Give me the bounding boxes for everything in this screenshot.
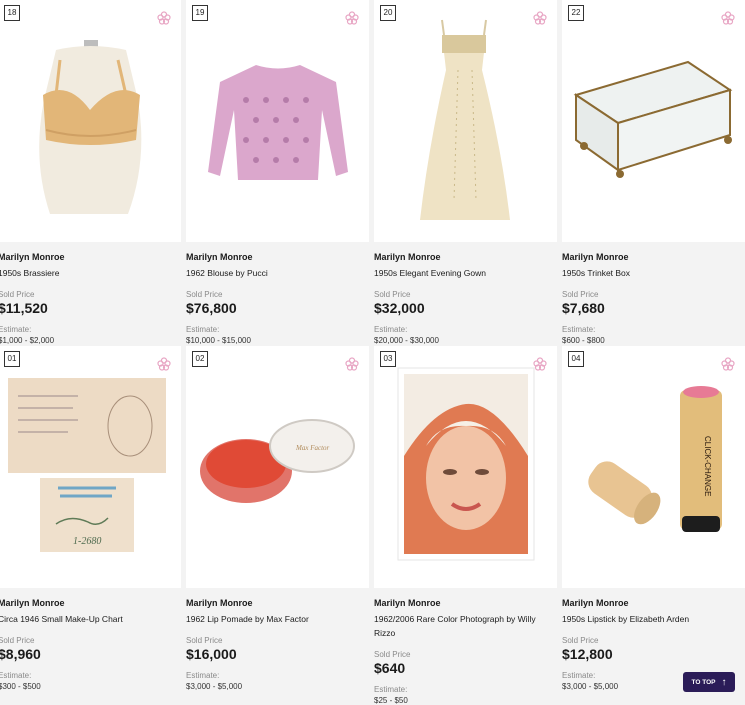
lot-image-brassiere[interactable]: 18 — [0, 0, 181, 242]
sold-price: $76,800 — [186, 300, 237, 316]
lot-image-trinket-box[interactable]: 22 — [562, 0, 745, 242]
sold-price: $7,680 — [562, 300, 605, 316]
estimate-label: Estimate: — [0, 325, 32, 334]
favorite-icon[interactable] — [533, 11, 547, 25]
estimate-range: $25 - $50 — [374, 696, 408, 705]
sold-price: $640 — [374, 660, 406, 676]
estimate-range: $600 - $800 — [562, 336, 605, 345]
lot-number: 20 — [380, 5, 396, 21]
lot-title[interactable]: Circa 1946 Small Make-Up Chart — [0, 612, 181, 626]
sold-price: $16,000 — [186, 646, 237, 662]
lot-image-gown[interactable]: 20 — [374, 0, 557, 242]
lot-image-photograph[interactable]: 03 — [374, 346, 557, 588]
favorite-icon[interactable] — [721, 357, 735, 371]
lot-title[interactable]: 1950s Elegant Evening Gown — [374, 266, 557, 280]
artist-name[interactable]: Marilyn Monroe — [0, 598, 181, 608]
estimate-label: Estimate: — [374, 685, 408, 694]
lot-image-blouse[interactable]: 19 — [186, 0, 369, 242]
sold-price-label: Sold Price — [562, 636, 599, 645]
lot-title[interactable]: 1962/2006 Rare Color Photograph by Willy… — [374, 612, 557, 640]
estimate-label: Estimate: — [186, 671, 220, 680]
favorite-icon[interactable] — [157, 11, 171, 25]
sold-price-label: Sold Price — [186, 290, 223, 299]
estimate-label: Estimate: — [562, 325, 596, 334]
artist-name[interactable]: Marilyn Monroe — [374, 252, 557, 262]
estimate-label: Estimate: — [374, 325, 408, 334]
artist-name[interactable]: Marilyn Monroe — [374, 598, 557, 608]
favorite-icon[interactable] — [721, 11, 735, 25]
favorite-icon[interactable] — [345, 11, 359, 25]
artist-name[interactable]: Marilyn Monroe — [562, 252, 745, 262]
sold-price: $32,000 — [374, 300, 425, 316]
lot-title[interactable]: 1962 Lip Pomade by Max Factor — [186, 612, 369, 626]
favorite-icon[interactable] — [345, 357, 359, 371]
artist-name[interactable]: Marilyn Monroe — [186, 252, 369, 262]
lot-number: 19 — [192, 5, 208, 21]
lot-title[interactable]: 1962 Blouse by Pucci — [186, 266, 369, 280]
lot-image-lipstick[interactable]: CLICK-CHANGE 04 — [562, 346, 745, 588]
sold-price: $12,800 — [562, 646, 613, 662]
estimate-label: Estimate: — [186, 325, 220, 334]
chart-note-text: 1-2680 — [73, 536, 101, 547]
arrow-up-icon: ↑ — [721, 676, 727, 688]
estimate-range: $1,000 - $2,000 — [0, 336, 55, 345]
artist-name[interactable]: Marilyn Monroe — [186, 598, 369, 608]
lipstick-brand-text: CLICK-CHANGE — [703, 436, 712, 496]
sold-price-label: Sold Price — [0, 290, 35, 299]
lot-image-makeup-chart[interactable]: 1-2680 01 — [0, 346, 181, 588]
sold-price-label: Sold Price — [374, 290, 411, 299]
to-top-label: TO TOP — [691, 678, 716, 686]
sold-price: $8,960 — [0, 646, 41, 662]
sold-price-label: Sold Price — [186, 636, 223, 645]
lot-title[interactable]: 1950s Brassiere — [0, 266, 181, 280]
estimate-range: $300 - $500 — [0, 682, 41, 691]
lot-number: 01 — [4, 351, 20, 367]
lot-number: 04 — [568, 351, 584, 367]
lot-number: 02 — [192, 351, 208, 367]
favorite-icon[interactable] — [533, 357, 547, 371]
lot-number: 22 — [568, 5, 584, 21]
estimate-range: $3,000 - $5,000 — [186, 682, 243, 691]
sold-price-label: Sold Price — [374, 650, 411, 659]
lot-number: 03 — [380, 351, 396, 367]
estimate-range: $10,000 - $15,000 — [186, 336, 251, 345]
sold-price: $11,520 — [0, 300, 48, 316]
favorite-icon[interactable] — [157, 357, 171, 371]
lot-title[interactable]: 1950s Lipstick by Elizabeth Arden — [562, 612, 745, 626]
estimate-range: $20,000 - $30,000 — [374, 336, 439, 345]
to-top-button[interactable]: TO TOP ↑ — [683, 672, 735, 692]
sold-price-label: Sold Price — [562, 290, 599, 299]
lot-number: 18 — [4, 5, 20, 21]
lot-image-lip-pomade[interactable]: Max Factor 02 — [186, 346, 369, 588]
artist-name[interactable]: Marilyn Monroe — [0, 252, 181, 262]
pomade-brand-text: Max Factor — [295, 444, 330, 452]
artist-name[interactable]: Marilyn Monroe — [562, 598, 745, 608]
lot-title[interactable]: 1950s Trinket Box — [562, 266, 745, 280]
sold-price-label: Sold Price — [0, 636, 35, 645]
estimate-label: Estimate: — [0, 671, 32, 680]
